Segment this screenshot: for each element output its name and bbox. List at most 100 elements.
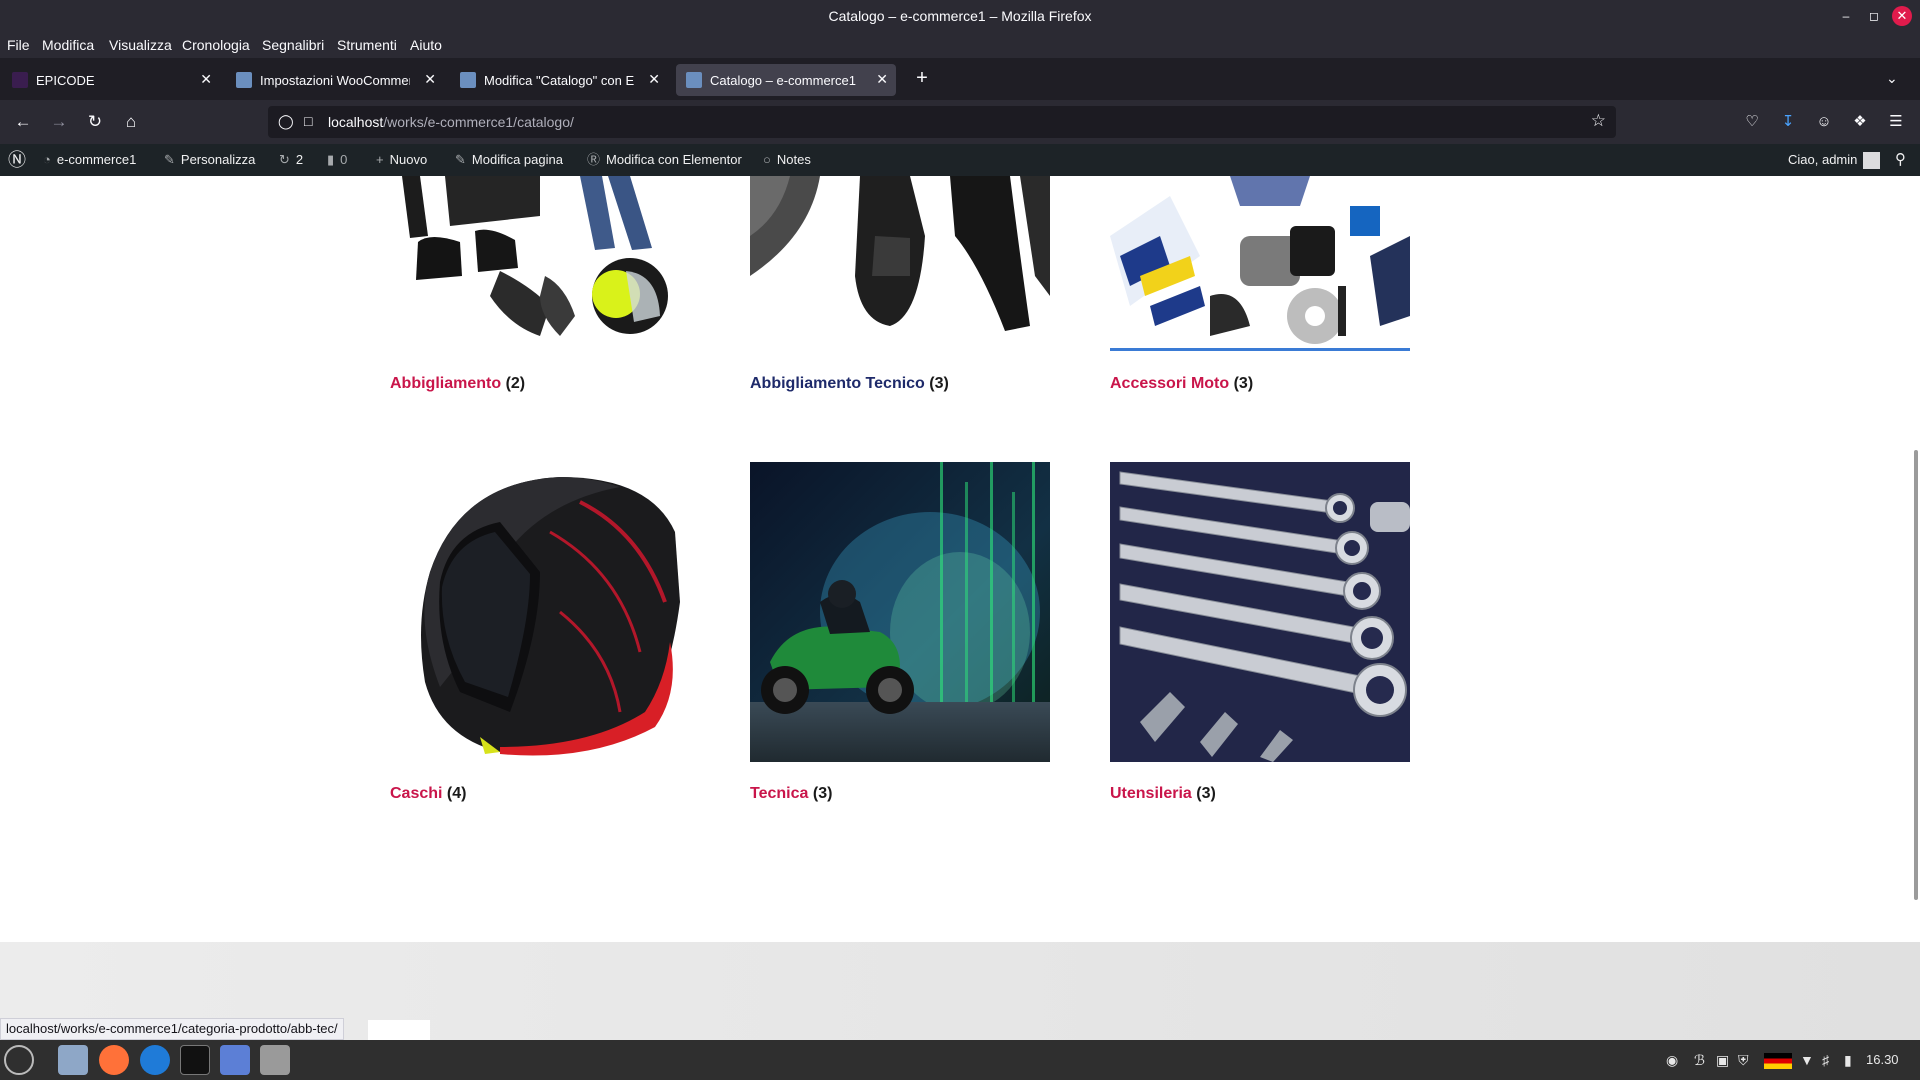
wp-site-label: e-commerce1 <box>56 152 137 167</box>
clock[interactable]: 16.30 <box>1866 1052 1899 1067</box>
url-path: /works/e-commerce1/catalogo/ <box>383 114 574 130</box>
category-image-accessori-moto[interactable] <box>1110 176 1410 351</box>
shield-tray-icon[interactable]: ⛨ <box>1738 1052 1749 1069</box>
bluetooth-icon[interactable]: ℬ <box>1694 1052 1705 1069</box>
wp-updates[interactable]: ↻ 2 <box>279 144 303 176</box>
category-link-utensileria[interactable]: Utensileria <box>1110 785 1192 802</box>
wp-customize[interactable]: ✎ Personalizza <box>164 144 255 176</box>
keyboard-layout-flag-icon[interactable] <box>1764 1053 1792 1069</box>
category-image-abbigliamento[interactable] <box>390 176 690 352</box>
plus-icon: + <box>376 152 384 167</box>
discord-icon[interactable]: ◉ <box>1666 1052 1678 1069</box>
menu-segnalibri[interactable]: Segnalibri <box>262 37 324 53</box>
menu-aiuto[interactable]: Aiuto <box>410 37 442 53</box>
category-image-abbigliamento-tecnico[interactable] <box>750 176 1050 352</box>
dashboard-icon: ◔ <box>43 152 51 167</box>
new-tab-icon[interactable]: + <box>910 66 934 90</box>
settings-gear-icon[interactable] <box>260 1045 290 1075</box>
category-caption: Tecnica (3) <box>750 785 832 803</box>
menu-file[interactable]: File <box>7 37 30 53</box>
category-count: (2) <box>505 375 526 392</box>
search-icon[interactable]: ⚲ <box>1895 144 1906 176</box>
close-tab-icon[interactable]: ✕ <box>876 71 888 88</box>
clipboard-icon[interactable]: ▣ <box>1716 1052 1729 1069</box>
speech-bubble-icon: ○ <box>763 152 771 167</box>
footer-logo <box>368 1020 430 1040</box>
extensions-icon[interactable]: ❖ <box>1850 112 1870 132</box>
category-image-utensileria[interactable] <box>1110 462 1410 762</box>
address-bar[interactable]: ◯ □ localhost/works/e-commerce1/catalogo… <box>268 106 1616 138</box>
list-all-tabs-icon[interactable]: ⌄ <box>1886 70 1898 87</box>
window-title: Catalogo – e-commerce1 – Mozilla Firefox <box>828 8 1092 24</box>
close-window-button[interactable]: ✕ <box>1892 6 1912 26</box>
category-image-tecnica[interactable] <box>750 462 1050 762</box>
battery-icon[interactable]: ▮ <box>1844 1052 1852 1069</box>
category-link-abbigliamento-tecnico[interactable]: Abbigliamento Tecnico <box>750 375 925 392</box>
file-manager-icon[interactable] <box>58 1045 88 1075</box>
tab-catalogo[interactable]: Catalogo – e-commerce1 ✕ <box>676 64 896 96</box>
screenshot-tool-icon[interactable] <box>220 1045 250 1075</box>
wp-elementor-label: Modifica con Elementor <box>606 152 742 167</box>
wp-notes-label: Notes <box>776 152 811 167</box>
tab-woocommerce-settings[interactable]: Impostazioni WooCommerce ✕ <box>226 64 444 96</box>
site-favicon-icon <box>686 72 702 88</box>
page-scrollbar-thumb[interactable] <box>1914 450 1918 900</box>
wifi-icon[interactable]: ▼ <box>1800 1052 1814 1068</box>
close-tab-icon[interactable]: ✕ <box>200 71 212 88</box>
category-image-caschi[interactable] <box>390 462 690 762</box>
terminal-icon[interactable] <box>180 1045 210 1075</box>
category-caption: Accessori Moto (3) <box>1110 375 1253 393</box>
close-tab-icon[interactable]: ✕ <box>424 71 436 88</box>
site-favicon-icon <box>236 72 252 88</box>
category-link-caschi[interactable]: Caschi <box>390 785 442 802</box>
category-link-abbigliamento[interactable]: Abbigliamento <box>390 375 501 392</box>
home-icon[interactable]: ⌂ <box>121 112 141 132</box>
wp-comments[interactable]: ▮ 0 <box>327 144 347 176</box>
elementor-icon: Ⓡ <box>587 152 601 167</box>
url-text[interactable]: localhost/works/e-commerce1/catalogo/ <box>328 114 574 130</box>
tab-elementor-edit[interactable]: Modifica "Catalogo" con Elementor ✕ <box>450 64 668 96</box>
close-tab-icon[interactable]: ✕ <box>648 71 660 88</box>
menu-cronologia[interactable]: Cronologia <box>182 37 250 53</box>
site-favicon-icon <box>460 72 476 88</box>
volume-icon[interactable]: ♯ <box>1822 1052 1829 1068</box>
tab-label: EPICODE <box>36 73 95 88</box>
comment-icon: ▮ <box>327 152 335 167</box>
tab-epicode[interactable]: EPICODE ✕ <box>2 64 220 96</box>
brush-icon: ✎ <box>164 152 175 167</box>
wp-site-name[interactable]: ◔ e-commerce1 <box>43 144 136 176</box>
forward-arrow-icon[interactable]: → <box>49 112 69 132</box>
category-link-accessori-moto[interactable]: Accessori Moto <box>1110 375 1229 392</box>
reload-icon[interactable]: ↻ <box>85 112 105 132</box>
page-content: Abbigliamento (2) Abbigliamento Tecnico … <box>0 176 1920 942</box>
category-link-tecnica[interactable]: Tecnica <box>750 785 808 802</box>
pocket-icon[interactable]: ♡ <box>1742 112 1762 132</box>
minimize-button[interactable]: – <box>1836 6 1856 26</box>
back-arrow-icon[interactable]: ← <box>13 112 33 132</box>
page-info-icon[interactable]: □ <box>304 113 312 129</box>
wp-account[interactable]: Ciao, admin <box>1788 144 1881 176</box>
shield-icon[interactable]: ◯ <box>278 113 294 130</box>
menu-strumenti[interactable]: Strumenti <box>337 37 397 53</box>
menu-modifica[interactable]: Modifica <box>42 37 94 53</box>
firefox-icon[interactable] <box>99 1045 129 1075</box>
account-icon[interactable]: ☺ <box>1814 112 1834 132</box>
downloads-icon[interactable]: ↧ <box>1778 112 1798 132</box>
updates-icon: ↻ <box>279 152 290 167</box>
wp-new-label: Nuovo <box>389 152 428 167</box>
wp-customize-label: Personalizza <box>180 152 256 167</box>
menu-visualizza[interactable]: Visualizza <box>109 37 172 53</box>
category-caption: Abbigliamento (2) <box>390 375 525 393</box>
wordpress-logo-icon[interactable]: Ⓝ <box>8 144 26 176</box>
mint-menu-icon[interactable] <box>4 1045 34 1075</box>
wp-elementor[interactable]: Ⓡ Modifica con Elementor <box>587 144 742 176</box>
wp-edit-page[interactable]: ✎ Modifica pagina <box>455 144 563 176</box>
pencil-icon: ✎ <box>455 152 466 167</box>
hamburger-menu-icon[interactable]: ☰ <box>1886 112 1906 132</box>
wp-notes[interactable]: ○ Notes <box>763 144 811 176</box>
wp-admin-bar: Ⓝ ◔ e-commerce1 ✎ Personalizza ↻ 2 ▮ 0 + Nuov… <box>0 144 1920 176</box>
bookmark-star-icon[interactable]: ☆ <box>1591 111 1606 131</box>
maximize-button[interactable]: ◻ <box>1864 6 1884 26</box>
thunderbird-icon[interactable] <box>140 1045 170 1075</box>
wp-new[interactable]: + Nuovo <box>376 144 427 176</box>
